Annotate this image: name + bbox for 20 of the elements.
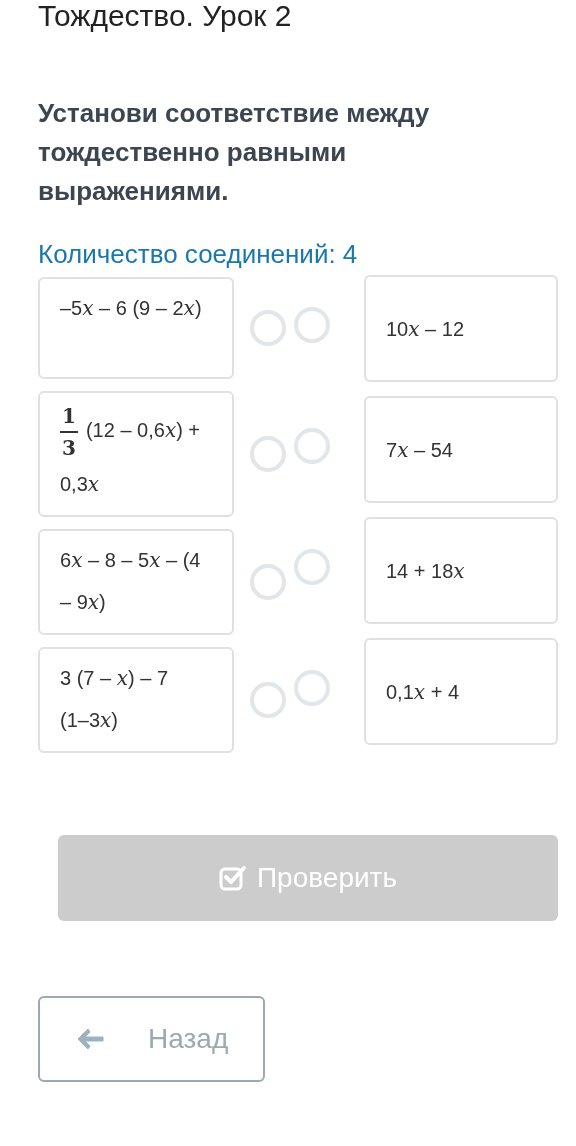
connector-circle[interactable] [250, 436, 286, 472]
lesson-title: Тождество. Урок 2 [38, 0, 293, 32]
connector-circle[interactable] [250, 310, 286, 346]
expression-card[interactable]: –5x – 6 (9 – 2x) [38, 277, 234, 379]
expression-card[interactable]: 10x – 12 [364, 275, 558, 382]
task-instruction: Установи соответствие между тождественно равными выражениями. [38, 97, 431, 208]
arrow-left-icon [76, 1027, 106, 1051]
checkbox-icon [219, 865, 247, 891]
connections-count: Количество соединений: 4 [38, 238, 359, 271]
connector-circle[interactable] [294, 669, 330, 706]
connector-circle[interactable] [294, 548, 330, 585]
connector-circle[interactable] [294, 306, 330, 343]
expression-card[interactable]: 7x – 54 [364, 396, 558, 503]
expression-card[interactable]: 3 (7 – x) – 7 (1–3x) [38, 647, 234, 753]
expression-card[interactable]: 6x – 8 – 5x – (4 – 9x) [38, 529, 234, 635]
connector-circle[interactable] [294, 427, 330, 464]
connector-circle[interactable] [250, 682, 286, 718]
connector-circle[interactable] [250, 564, 286, 600]
expression-card[interactable]: 14 + 18x [364, 517, 558, 624]
expression-card[interactable]: 0,1x + 4 [364, 638, 558, 745]
